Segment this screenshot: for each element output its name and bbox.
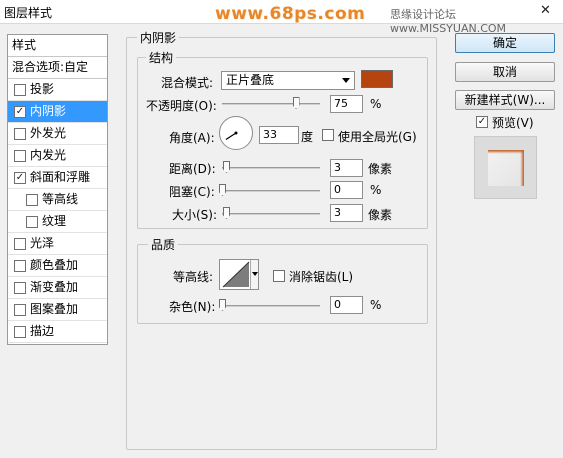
style-item[interactable]: 图案叠加 bbox=[8, 299, 107, 321]
preview-label[interactable]: 预览(V) bbox=[492, 114, 534, 131]
chevron-down-icon bbox=[342, 78, 350, 83]
angle-dial-needle bbox=[225, 131, 238, 141]
style-item[interactable]: 外发光 bbox=[8, 123, 107, 145]
choke-unit: % bbox=[370, 183, 382, 197]
style-item-label: 外发光 bbox=[30, 126, 67, 140]
noise-value: 0 bbox=[334, 298, 341, 311]
anti-alias-label[interactable]: 消除锯齿(L) bbox=[289, 268, 353, 285]
style-item[interactable]: 描边 bbox=[8, 321, 107, 343]
opacity-field[interactable]: 75 bbox=[330, 95, 363, 113]
quality-title: 品质 bbox=[148, 236, 179, 253]
noise-slider-track[interactable] bbox=[222, 305, 320, 307]
style-item-label: 纹理 bbox=[42, 214, 67, 228]
ok-button[interactable]: 确定 bbox=[455, 33, 555, 53]
noise-label: 杂色(N): bbox=[169, 300, 216, 314]
style-item-checkbox[interactable] bbox=[14, 172, 26, 184]
watermark-text: www.68ps.com bbox=[215, 4, 366, 24]
style-item-label: 内阴影 bbox=[30, 104, 67, 118]
style-item-checkbox[interactable] bbox=[14, 84, 26, 96]
blend-options-item[interactable]: 混合选项:自定 bbox=[8, 57, 107, 79]
distance-value: 3 bbox=[334, 161, 341, 174]
style-item-checkbox[interactable] bbox=[14, 128, 26, 140]
effect-items: 投影内阴影外发光内发光斜面和浮雕等高线纹理光泽颜色叠加渐变叠加图案叠加描边 bbox=[8, 79, 107, 343]
style-item[interactable]: 斜面和浮雕 bbox=[8, 167, 107, 189]
style-item-checkbox[interactable] bbox=[14, 238, 26, 250]
opacity-slider-track[interactable] bbox=[222, 103, 320, 105]
style-item-checkbox[interactable] bbox=[14, 106, 26, 118]
choke-value: 0 bbox=[334, 183, 341, 196]
style-item[interactable]: 等高线 bbox=[8, 189, 107, 211]
style-item-label: 颜色叠加 bbox=[30, 258, 79, 272]
close-button[interactable]: ✕ bbox=[528, 0, 563, 23]
style-item-label: 投影 bbox=[30, 82, 55, 96]
anti-alias-checkbox[interactable] bbox=[273, 270, 285, 282]
style-item-checkbox[interactable] bbox=[26, 194, 38, 206]
style-item-label: 光泽 bbox=[30, 236, 55, 250]
blend-mode-label: 混合模式: bbox=[161, 76, 214, 90]
style-item[interactable]: 内发光 bbox=[8, 145, 107, 167]
choke-field[interactable]: 0 bbox=[330, 181, 363, 199]
style-item-checkbox[interactable] bbox=[14, 304, 26, 316]
style-item-label: 渐变叠加 bbox=[30, 280, 79, 294]
style-item-checkbox[interactable] bbox=[14, 326, 26, 338]
chevron-down-icon bbox=[252, 272, 258, 276]
blend-mode-value: 正片叠底 bbox=[226, 73, 275, 87]
size-slider-track[interactable] bbox=[222, 213, 320, 215]
size-value: 3 bbox=[334, 206, 341, 219]
style-item[interactable]: 纹理 bbox=[8, 211, 107, 233]
styles-header[interactable]: 样式 bbox=[8, 35, 107, 57]
style-item-checkbox[interactable] bbox=[26, 216, 38, 228]
angle-value: 33 bbox=[263, 128, 277, 141]
choke-label: 阻塞(C): bbox=[169, 185, 215, 199]
style-item[interactable]: 颜色叠加 bbox=[8, 255, 107, 277]
style-item-checkbox[interactable] bbox=[14, 260, 26, 272]
style-item-checkbox[interactable] bbox=[14, 282, 26, 294]
contour-picker[interactable] bbox=[219, 259, 259, 290]
distance-field[interactable]: 3 bbox=[330, 159, 363, 177]
new-style-button[interactable]: 新建样式(W)... bbox=[455, 90, 555, 110]
section-title: 内阴影 bbox=[137, 29, 180, 46]
angle-unit: 度 bbox=[301, 130, 314, 144]
title-bar: 图层样式 www.68ps.com 思缘设计论坛 www.MISSYUAN.CO… bbox=[0, 0, 563, 35]
distance-label: 距离(D): bbox=[169, 162, 216, 176]
opacity-unit: % bbox=[370, 97, 382, 111]
angle-dial[interactable] bbox=[219, 116, 253, 150]
size-field[interactable]: 3 bbox=[330, 204, 363, 222]
cancel-button[interactable]: 取消 bbox=[455, 62, 555, 82]
opacity-label: 不透明度(O): bbox=[146, 99, 217, 113]
preview-swatch bbox=[488, 150, 524, 186]
style-list: 样式 混合选项:自定 投影内阴影外发光内发光斜面和浮雕等高线纹理光泽颜色叠加渐变… bbox=[7, 34, 108, 345]
global-light-label[interactable]: 使用全局光(G) bbox=[338, 128, 417, 145]
global-light-checkbox[interactable] bbox=[322, 129, 334, 141]
distance-slider-track[interactable] bbox=[222, 167, 320, 169]
style-item-label: 斜面和浮雕 bbox=[30, 170, 91, 184]
window-title: 图层样式 bbox=[4, 6, 53, 20]
angle-label: 角度(A): bbox=[169, 131, 215, 145]
shadow-color-swatch[interactable] bbox=[361, 70, 393, 88]
contour-label: 等高线: bbox=[173, 270, 214, 284]
size-unit: 像素 bbox=[368, 208, 393, 222]
contour-preview-icon bbox=[222, 261, 250, 288]
preview-checkbox[interactable] bbox=[476, 116, 488, 128]
style-item[interactable]: 光泽 bbox=[8, 233, 107, 255]
distance-unit: 像素 bbox=[368, 162, 393, 176]
style-item[interactable]: 渐变叠加 bbox=[8, 277, 107, 299]
style-item[interactable]: 内阴影 bbox=[8, 101, 107, 123]
contour-dropdown[interactable] bbox=[250, 260, 258, 289]
style-item[interactable]: 投影 bbox=[8, 79, 107, 101]
style-preview-thumbnail bbox=[474, 136, 537, 199]
opacity-value: 75 bbox=[334, 97, 348, 110]
structure-title: 结构 bbox=[146, 49, 177, 66]
choke-slider-track[interactable] bbox=[222, 190, 320, 192]
style-item-label: 图案叠加 bbox=[30, 302, 79, 316]
style-item-checkbox[interactable] bbox=[14, 150, 26, 162]
blend-mode-select[interactable]: 正片叠底 bbox=[221, 71, 355, 90]
style-item-label: 等高线 bbox=[42, 192, 79, 206]
noise-unit: % bbox=[370, 298, 382, 312]
style-item-label: 描边 bbox=[30, 324, 55, 338]
size-label: 大小(S): bbox=[172, 208, 218, 222]
noise-field[interactable]: 0 bbox=[330, 296, 363, 314]
style-item-label: 内发光 bbox=[30, 148, 67, 162]
angle-field[interactable]: 33 bbox=[259, 126, 299, 144]
